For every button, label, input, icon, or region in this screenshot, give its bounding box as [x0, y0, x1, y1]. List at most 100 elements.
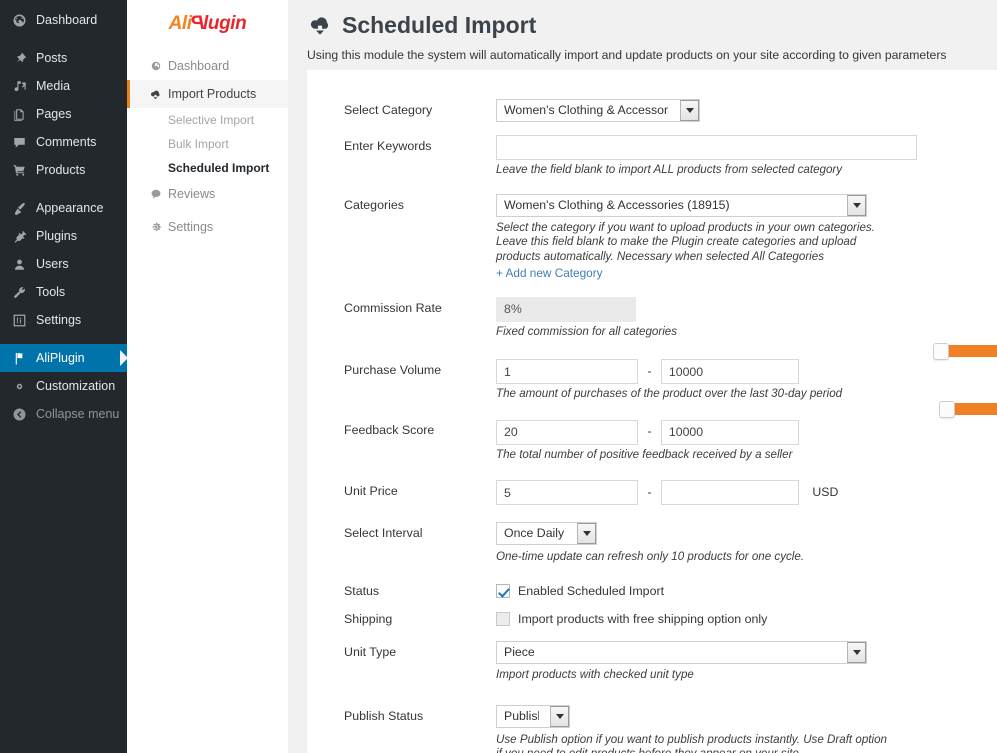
- sidebar-item-media[interactable]: Media: [0, 72, 127, 100]
- pages-icon: [9, 107, 29, 122]
- main-content: Scheduled Import Using this module the s…: [288, 0, 997, 753]
- plugin-menu-dashboard[interactable]: Dashboard: [127, 52, 288, 80]
- sidebar-divider: [0, 334, 127, 344]
- sidebar-item-dashboard[interactable]: Dashboard: [0, 6, 127, 34]
- feedback-score-min-input[interactable]: [496, 419, 638, 445]
- commission-rate-hint: Fixed commission for all categories: [496, 324, 678, 338]
- select-category-wrapper: Women's Clothing & Accessories: [496, 99, 700, 122]
- sidebar-divider: [0, 34, 127, 44]
- field-row-unit-price: Unit Price - USD: [307, 462, 997, 506]
- status-checkbox-row[interactable]: Enabled Scheduled Import: [496, 584, 997, 599]
- logo-text-ali: Ali: [168, 12, 192, 34]
- sidebar-item-label: Media: [36, 79, 71, 93]
- cart-icon: [9, 163, 29, 178]
- feedback-score-label: Feedback Score: [344, 423, 435, 438]
- add-new-category-link[interactable]: + Add new Category: [496, 266, 603, 280]
- purchase-volume-hint: The amount of purchases of the product o…: [496, 387, 843, 401]
- categories-dropdown[interactable]: Women's Clothing & Accessories (18915): [496, 194, 867, 218]
- sidebar-item-label: Settings: [36, 313, 82, 327]
- sidebar-item-collapse-menu[interactable]: Collapse menu: [0, 400, 127, 428]
- publish-status-wrapper: Publish: [496, 704, 570, 728]
- purchase-volume-min-input[interactable]: [496, 359, 638, 385]
- unit-type-dropdown[interactable]: Piece: [496, 641, 867, 665]
- field-row-commission-rate: Commission Rate Fixed commission for all…: [307, 282, 997, 339]
- slider-feedback-score[interactable]: [939, 400, 997, 418]
- sidebar-item-pages[interactable]: Pages: [0, 100, 127, 128]
- wrench-icon: [9, 285, 29, 300]
- brush-icon: [9, 201, 29, 216]
- purchase-volume-label: Purchase Volume: [344, 363, 442, 378]
- field-row-purchase-volume: Purchase Volume - The amount of purchase…: [307, 339, 997, 401]
- sidebar-item-label: Posts: [36, 51, 68, 65]
- plugin-menu-import-products[interactable]: Import Products: [127, 80, 288, 108]
- field-row-enter-keywords: Enter Keywords Leave the field blank to …: [307, 122, 997, 177]
- shipping-checkbox[interactable]: [496, 612, 510, 627]
- select-category-label: Select Category: [344, 103, 433, 117]
- sidebar-item-posts[interactable]: Posts: [0, 44, 127, 72]
- plugin-menu: Dashboard Import Products Selective Impo…: [127, 47, 288, 241]
- slider-purchase-volume[interactable]: [933, 342, 997, 360]
- comments-icon: [9, 135, 29, 150]
- unit-type-label: Unit Type: [344, 645, 397, 660]
- select-interval-hint: One-time update can refresh only 10 prod…: [496, 550, 805, 564]
- unit-price-min-input[interactable]: [496, 480, 638, 506]
- slider-track[interactable]: [948, 345, 997, 357]
- sidebar-item-aliplugin[interactable]: AliPlugin: [0, 344, 127, 372]
- plugin-menu-reviews[interactable]: Reviews: [127, 180, 288, 208]
- sidebar-item-settings[interactable]: Settings: [0, 306, 127, 334]
- sidebar-item-tools[interactable]: Tools: [0, 278, 127, 306]
- feedback-score-max-input[interactable]: [660, 419, 799, 445]
- select-category-dropdown[interactable]: Women's Clothing & Accessories: [496, 99, 700, 122]
- dashboard-icon: [148, 60, 163, 72]
- sidebar-item-plugins[interactable]: Plugins: [0, 222, 127, 250]
- select-interval-label: Select Interval: [344, 526, 423, 541]
- plugin-submenu-selective-import[interactable]: Selective Import: [127, 108, 288, 132]
- field-row-categories: Categories Women's Clothing & Accessorie…: [307, 177, 997, 282]
- field-row-status: Status Enabled Scheduled Import: [307, 564, 997, 599]
- shipping-checkbox-row[interactable]: Import products with free shipping optio…: [496, 612, 997, 627]
- aliplugin-logo: Ali Plugin: [127, 0, 288, 47]
- plugin-submenu-bulk-import[interactable]: Bulk Import: [127, 132, 288, 156]
- publish-status-dropdown[interactable]: Publish: [496, 704, 570, 728]
- plugin-menu-settings[interactable]: Settings: [127, 213, 288, 241]
- wp-admin-sidebar: Dashboard Posts Media Pages Comments Pro…: [0, 0, 127, 753]
- status-checkbox[interactable]: [496, 584, 510, 599]
- field-row-select-category: Select Category Women's Clothing & Acces…: [307, 70, 997, 122]
- collapse-icon: [9, 407, 29, 422]
- sidebar-item-label: Products: [36, 163, 86, 177]
- categories-wrapper: Women's Clothing & Accessories (18915): [496, 194, 867, 218]
- page-header: Scheduled Import Using this module the s…: [288, 0, 997, 63]
- field-row-feedback-score: Feedback Score - The total number of pos…: [307, 401, 997, 461]
- sidebar-item-label: Pages: [36, 107, 72, 121]
- range-separator: -: [647, 424, 652, 439]
- sidebar-item-appearance[interactable]: Appearance: [0, 194, 127, 222]
- unit-price-max-input[interactable]: [660, 480, 799, 506]
- purchase-volume-max-input[interactable]: [660, 359, 799, 385]
- slider-handle[interactable]: [933, 342, 949, 360]
- logo-text-p: P: [191, 12, 204, 34]
- enter-keywords-hint: Leave the field blank to import ALL prod…: [496, 163, 843, 176]
- slider-track[interactable]: [954, 403, 997, 415]
- status-label: Status: [344, 584, 380, 599]
- screen-root: Dashboard Posts Media Pages Comments Pro…: [0, 0, 997, 753]
- sliders-icon: [9, 313, 29, 328]
- sidebar-item-comments[interactable]: Comments: [0, 128, 127, 156]
- field-row-publish-status: Publish Status Publish Use Publish optio…: [307, 683, 997, 753]
- plugin-submenu-label: Bulk Import: [168, 137, 229, 151]
- sidebar-item-customization[interactable]: Customization: [0, 372, 127, 400]
- field-row-select-interval: Select Interval Once Daily One-time upda…: [307, 505, 997, 564]
- plugin-submenu-label: Scheduled Import: [168, 161, 270, 175]
- plugin-submenu-scheduled-import[interactable]: Scheduled Import: [127, 156, 288, 180]
- user-icon: [9, 257, 29, 272]
- select-interval-dropdown[interactable]: Once Daily: [496, 522, 597, 546]
- enter-keywords-input[interactable]: [496, 135, 917, 160]
- enter-keywords-label: Enter Keywords: [344, 139, 432, 153]
- shipping-label: Shipping: [344, 612, 393, 627]
- sidebar-item-products[interactable]: Products: [0, 156, 127, 184]
- sidebar-item-label: Plugins: [36, 229, 77, 243]
- sidebar-item-users[interactable]: Users: [0, 250, 127, 278]
- feedback-score-hint: The total number of positive feedback re…: [496, 447, 793, 461]
- media-icon: [9, 79, 29, 94]
- slider-handle[interactable]: [939, 400, 955, 418]
- commission-rate-input: [496, 296, 636, 322]
